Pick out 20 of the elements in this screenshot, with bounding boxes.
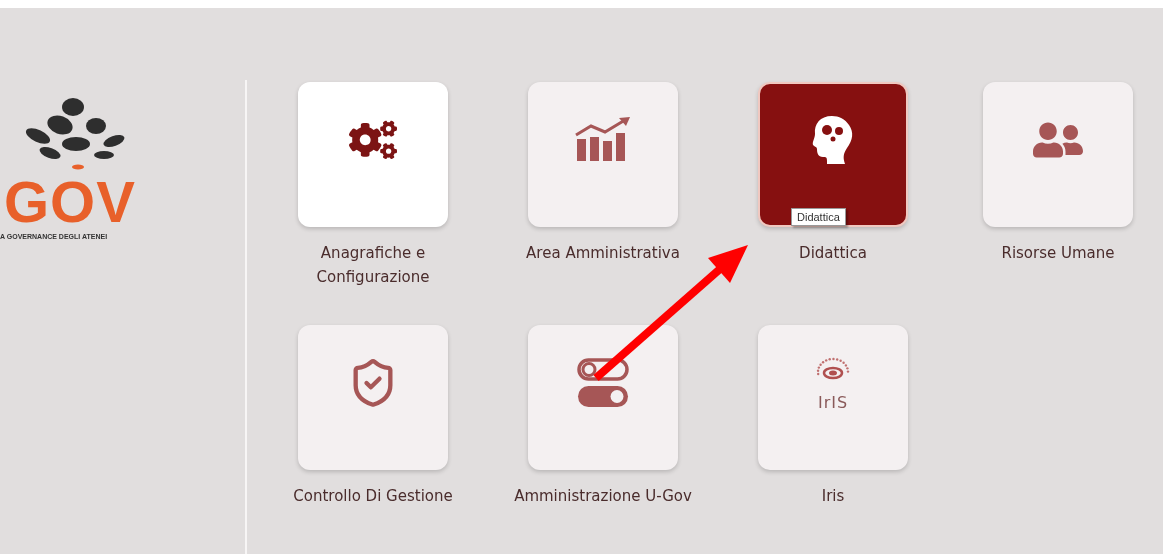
module-label: Anagrafiche e Configurazione [315, 243, 431, 288]
iris-logo: IrIS [811, 351, 855, 414]
module-tile[interactable] [528, 82, 678, 227]
module-tile[interactable] [298, 82, 448, 227]
toggles-icon [577, 357, 629, 408]
module-tile[interactable]: IrIS [758, 325, 908, 470]
module-tile[interactable]: Didattica [758, 82, 908, 227]
tooltip: Didattica [791, 208, 846, 226]
module-tile[interactable] [528, 325, 678, 470]
rising-chart-icon [575, 116, 631, 163]
module-label: Amministrazione U-Gov [513, 486, 693, 507]
logo-wordmark: GOV [4, 173, 136, 231]
module-label: Iris [820, 486, 846, 507]
module-label: Didattica [798, 243, 868, 264]
head-gears-icon [812, 113, 854, 166]
module-label: Area Amministrativa [525, 243, 681, 264]
module-tile[interactable] [983, 82, 1133, 227]
module-label: Controllo Di Gestione [292, 486, 454, 507]
module-label: Risorse Umane [1000, 243, 1116, 264]
module-tile[interactable] [298, 325, 448, 470]
